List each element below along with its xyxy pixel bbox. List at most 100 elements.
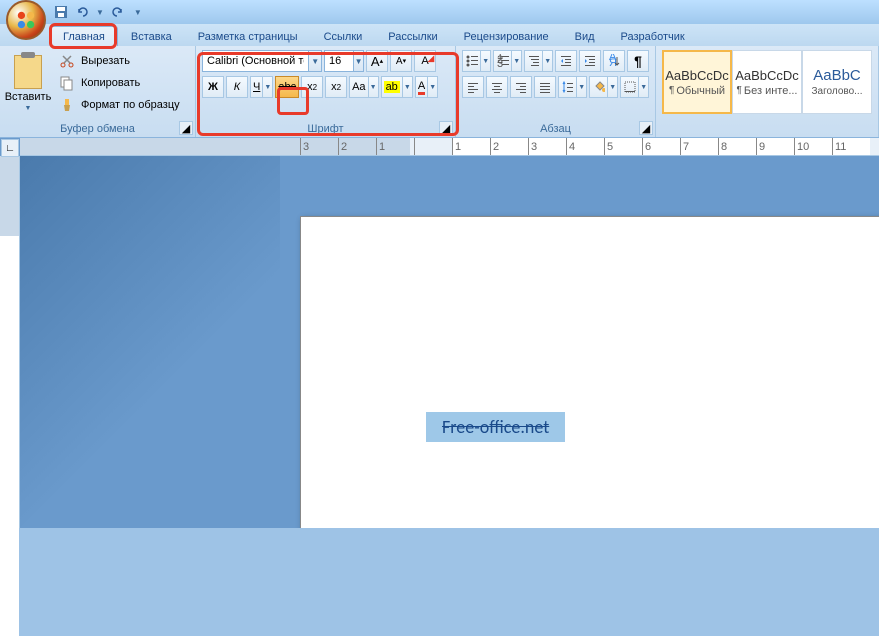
quick-access-toolbar: ▼ ▼ — [52, 3, 142, 21]
copy-label: Копировать — [81, 77, 140, 89]
superscript-button[interactable]: x2 — [325, 76, 347, 98]
sort-button[interactable]: AЯ — [603, 50, 625, 72]
svg-text:Я: Я — [609, 57, 617, 68]
watermark: FREE-OFFICE.NET — [728, 500, 867, 520]
copy-icon — [59, 75, 75, 91]
clipboard-dialog-launcher[interactable]: ◢ — [179, 121, 193, 135]
shading-button[interactable]: ▼ — [589, 76, 618, 98]
cut-button[interactable]: Вырезать — [52, 50, 187, 72]
svg-text:3: 3 — [497, 58, 503, 68]
selected-text[interactable]: Free-office.net — [426, 412, 565, 442]
line-spacing-icon — [561, 80, 574, 94]
tab-developer[interactable]: Разработчик — [608, 26, 698, 46]
style-name: Заголово... — [812, 86, 863, 97]
outdent-icon — [559, 54, 573, 68]
undo-icon[interactable] — [74, 3, 92, 21]
font-name-input[interactable] — [203, 55, 308, 67]
multilevel-icon — [527, 54, 540, 68]
watermark-logo-icon — [728, 500, 748, 520]
chevron-down-icon[interactable]: ▼ — [353, 51, 363, 71]
style-name: ¶ Обычный — [669, 85, 725, 97]
bold-button[interactable]: Ж — [202, 76, 224, 98]
highlight-button[interactable]: ab▼ — [381, 76, 413, 98]
tab-view[interactable]: Вид — [562, 26, 608, 46]
sort-icon: AЯ — [607, 54, 621, 68]
style-no-spacing[interactable]: AaBbCcDc ¶ Без инте... — [732, 50, 802, 114]
paragraph-dialog-launcher[interactable]: ◢ — [639, 121, 653, 135]
underline-button[interactable]: Ч▼ — [250, 76, 273, 98]
change-case-button[interactable]: Aa▼ — [349, 76, 378, 98]
font-size-combo[interactable]: ▼ — [324, 50, 364, 72]
style-preview: AaBbCcDc — [665, 68, 729, 83]
document-canvas[interactable]: Free-office.net — [20, 156, 879, 528]
brush-icon — [59, 97, 75, 113]
paste-button[interactable]: Вставить ▼ — [6, 50, 50, 116]
format-painter-button[interactable]: Формат по образцу — [52, 94, 187, 116]
tab-home[interactable]: Главная — [50, 26, 118, 46]
tab-mailings[interactable]: Рассылки — [375, 26, 450, 46]
paragraph-group-label: Абзац — [460, 121, 651, 137]
shrink-font-button[interactable]: A▾ — [390, 50, 412, 72]
chevron-down-icon[interactable]: ▼ — [308, 51, 321, 71]
align-left-icon — [466, 80, 480, 94]
strikethrough-button[interactable]: abc — [275, 76, 299, 98]
font-color-button[interactable]: A▼ — [415, 76, 438, 98]
borders-icon — [623, 80, 636, 94]
font-name-combo[interactable]: ▼ — [202, 50, 322, 72]
group-clipboard: Вставить ▼ Вырезать Копировать Формат по… — [0, 46, 196, 137]
paste-icon — [14, 55, 42, 89]
clipboard-group-label: Буфер обмена — [4, 121, 191, 137]
horizontal-ruler: 3 2 1 1 2 3 4 5 6 7 8 9 10 11 — [20, 138, 879, 156]
ruler-tick: 8 — [718, 138, 756, 155]
ruler-tick: 3 — [300, 138, 338, 155]
justify-button[interactable] — [534, 76, 556, 98]
style-heading1[interactable]: AaBbC Заголово... — [802, 50, 872, 114]
align-center-button[interactable] — [486, 76, 508, 98]
copy-button[interactable]: Копировать — [52, 72, 187, 94]
font-size-input[interactable] — [325, 55, 353, 67]
ruler-tick: 6 — [642, 138, 680, 155]
align-right-button[interactable] — [510, 76, 532, 98]
line-spacing-button[interactable]: ▼ — [558, 76, 587, 98]
tab-references[interactable]: Ссылки — [311, 26, 376, 46]
align-left-button[interactable] — [462, 76, 484, 98]
ruler-tick: 7 — [680, 138, 718, 155]
document-area: 3 2 1 1 2 3 4 5 6 7 8 9 10 11 Free-offic… — [20, 138, 879, 528]
numbering-button[interactable]: 123▼ — [493, 50, 522, 72]
numbering-icon: 123 — [496, 54, 509, 68]
borders-button[interactable]: ▼ — [620, 76, 649, 98]
format-painter-label: Формат по образцу — [81, 99, 180, 111]
grow-font-button[interactable]: A▴ — [366, 50, 388, 72]
ruler-tick: 2 — [338, 138, 376, 155]
group-paragraph: ▼ 123▼ ▼ AЯ ¶ ▼ ▼ ▼ Абзац ◢ — [456, 46, 656, 137]
ruler-tick: 2 — [490, 138, 528, 155]
align-center-icon — [490, 80, 504, 94]
increase-indent-button[interactable] — [579, 50, 601, 72]
italic-button[interactable]: К — [226, 76, 248, 98]
paste-label: Вставить — [5, 91, 52, 103]
ruler-tick: 1 — [452, 138, 490, 155]
tab-page-layout[interactable]: Разметка страницы — [185, 26, 311, 46]
ribbon: Вставить ▼ Вырезать Копировать Формат по… — [0, 46, 879, 138]
subscript-button[interactable]: x2 — [301, 76, 323, 98]
bullets-button[interactable]: ▼ — [462, 50, 491, 72]
style-normal[interactable]: AaBbCcDc ¶ Обычный — [662, 50, 732, 114]
style-preview: AaBbCcDc — [735, 68, 799, 83]
tab-review[interactable]: Рецензирование — [451, 26, 562, 46]
title-bar: ▼ ▼ — [0, 0, 879, 24]
multilevel-list-button[interactable]: ▼ — [524, 50, 553, 72]
office-button[interactable] — [6, 0, 46, 40]
save-icon[interactable] — [52, 3, 70, 21]
tab-insert[interactable]: Вставка — [118, 26, 185, 46]
ruler-tick: 5 — [604, 138, 642, 155]
show-marks-button[interactable]: ¶ — [627, 50, 649, 72]
page[interactable]: Free-office.net — [300, 216, 879, 528]
vertical-ruler — [0, 156, 20, 528]
clear-formatting-button[interactable]: A◢ — [414, 50, 436, 72]
ruler-tick: 4 — [566, 138, 604, 155]
decrease-indent-button[interactable] — [555, 50, 577, 72]
indent-icon — [583, 54, 597, 68]
font-dialog-launcher[interactable]: ◢ — [439, 121, 453, 135]
tab-selector[interactable]: ∟ — [1, 139, 19, 157]
redo-icon[interactable] — [108, 3, 126, 21]
